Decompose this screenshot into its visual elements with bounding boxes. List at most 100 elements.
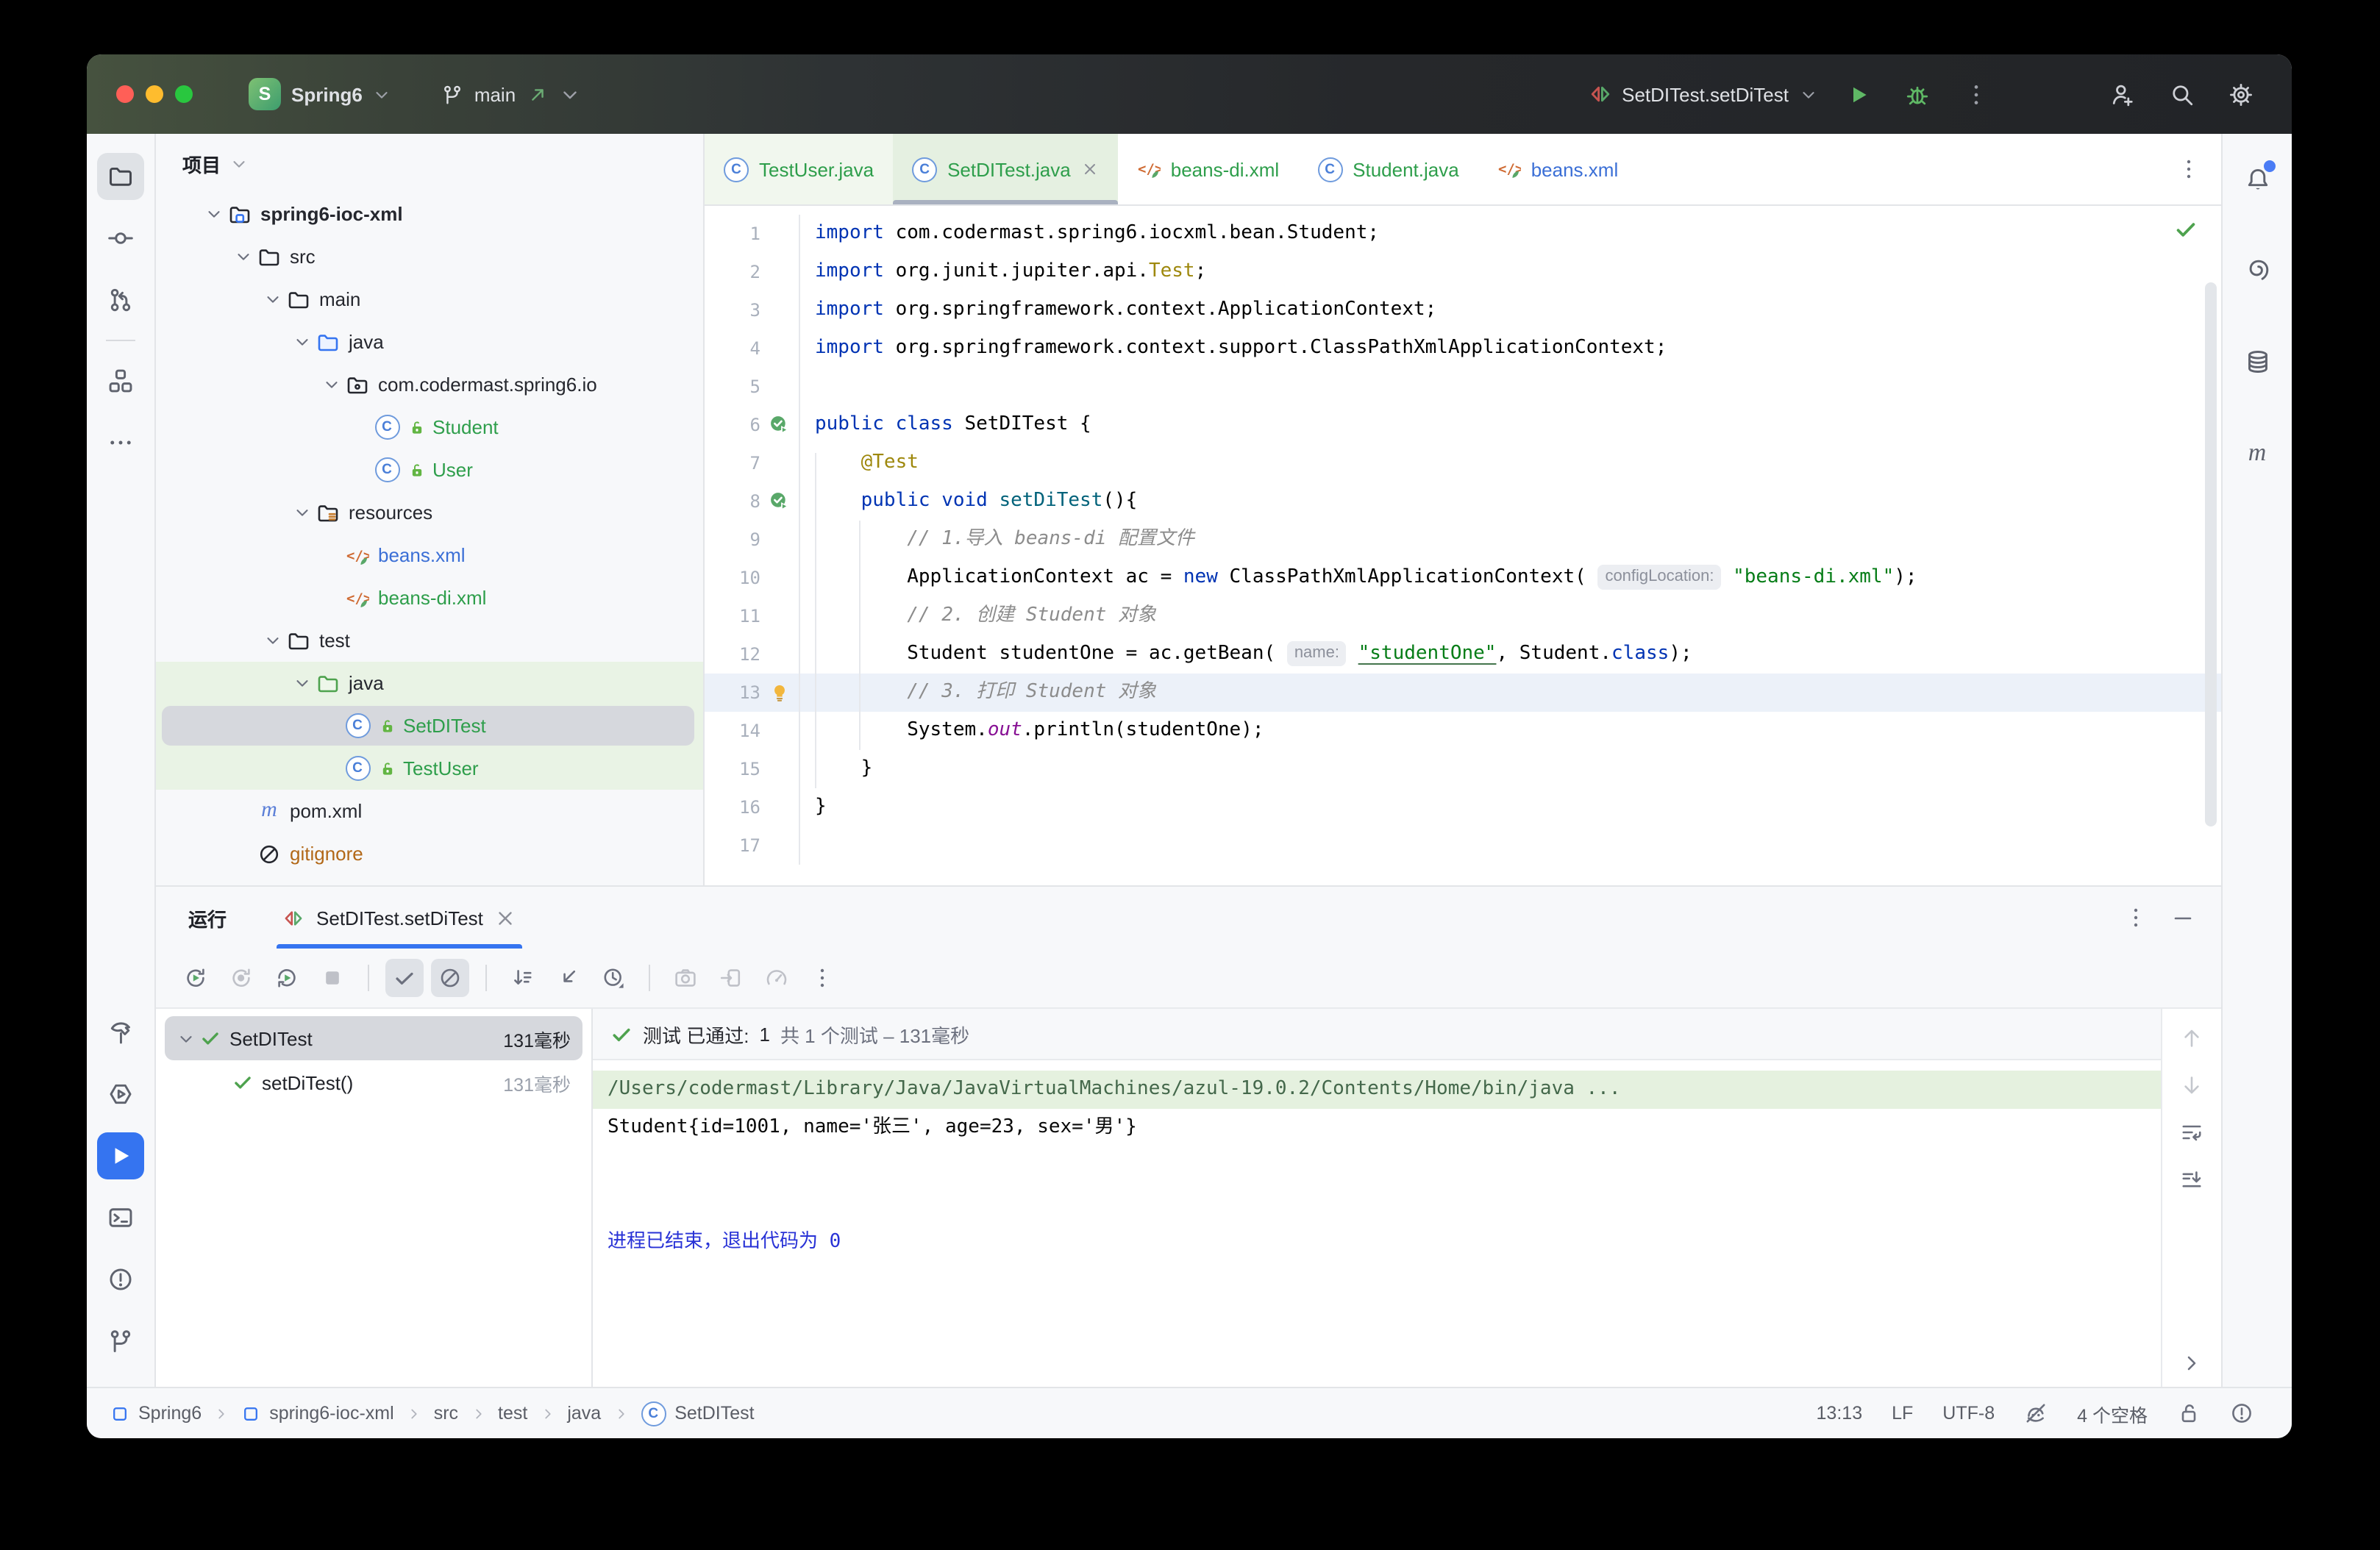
chevron-down-icon[interactable] bbox=[318, 375, 344, 394]
code-editor[interactable]: 1import com.codermast.spring6.iocxml.bea… bbox=[705, 206, 2221, 885]
chevron-down-icon[interactable] bbox=[259, 631, 285, 650]
hide-run-panel-button[interactable] bbox=[2171, 906, 2195, 929]
code-with-me-button[interactable] bbox=[2103, 75, 2142, 113]
code-line-7[interactable]: 7 @Test bbox=[705, 444, 2221, 482]
inspection-status-icon[interactable] bbox=[2174, 218, 2198, 241]
tree-item-spring6-ioc-xml[interactable]: spring6-ioc-xml bbox=[156, 193, 703, 235]
code-line-12[interactable]: 12 Student studentOne = ac.getBean( name… bbox=[705, 635, 2221, 674]
test-history-button[interactable] bbox=[594, 959, 633, 997]
maven-tool-button[interactable]: m bbox=[2234, 429, 2281, 476]
ai-assistant-button[interactable] bbox=[2234, 247, 2281, 294]
project-widget[interactable]: S Spring6 bbox=[249, 78, 392, 110]
tree-item-beans-di.xml[interactable]: </>beans-di.xml bbox=[156, 576, 703, 619]
more-tool-windows-button[interactable] bbox=[97, 419, 144, 466]
close-tab-icon[interactable] bbox=[1081, 160, 1099, 178]
tree-item-main[interactable]: main bbox=[156, 278, 703, 321]
tree-item-java[interactable]: java bbox=[156, 321, 703, 363]
inspections-widget-widget[interactable] bbox=[2230, 1401, 2253, 1425]
code-line-14[interactable]: 14 System.out.println(studentOne); bbox=[705, 712, 2221, 750]
debug-button[interactable] bbox=[1898, 75, 1936, 113]
terminal-tool-button[interactable] bbox=[97, 1194, 144, 1241]
code-line-11[interactable]: 11 // 2. 创建 Student 对象 bbox=[705, 597, 2221, 635]
rerun-tests-button[interactable] bbox=[177, 959, 215, 997]
code-line-2[interactable]: 2import org.junit.jupiter.api.Test; bbox=[705, 253, 2221, 291]
code-line-17[interactable]: 17 bbox=[705, 826, 2221, 865]
settings-button[interactable] bbox=[2221, 75, 2259, 113]
tab-options-button[interactable] bbox=[2177, 157, 2201, 181]
caret-position-widget[interactable]: 13:13 bbox=[1817, 1403, 1863, 1424]
build-tool-button[interactable] bbox=[97, 1009, 144, 1056]
database-tool-button[interactable] bbox=[2234, 338, 2281, 385]
sort-by-duration-button[interactable] bbox=[503, 959, 541, 997]
soft-wrap-button[interactable] bbox=[2180, 1121, 2203, 1144]
notifications-button[interactable] bbox=[2234, 156, 2281, 203]
breadcrumb-item-Spring6[interactable]: Spring6 bbox=[110, 1403, 202, 1424]
tree-item-java[interactable]: java bbox=[156, 662, 703, 704]
project-panel-header[interactable]: 项目 bbox=[156, 134, 703, 193]
run-config-widget[interactable]: SetDITest.setDiTest bbox=[1588, 82, 1818, 106]
show-ignored-button[interactable] bbox=[431, 959, 469, 997]
chevron-down-icon[interactable] bbox=[259, 290, 285, 309]
chevron-down-icon[interactable] bbox=[174, 1029, 197, 1048]
more-actions-button[interactable] bbox=[1956, 75, 1995, 113]
code-line-1[interactable]: 1import com.codermast.spring6.iocxml.bea… bbox=[705, 215, 2221, 253]
scroll-to-end-button[interactable] bbox=[2180, 1168, 2203, 1191]
tree-item-beans.xml[interactable]: </>beans.xml bbox=[156, 534, 703, 576]
test-node-setDiTest()[interactable]: setDiTest()131毫秒 bbox=[165, 1060, 582, 1104]
structure-tool-button[interactable] bbox=[97, 357, 144, 404]
search-everywhere-button[interactable] bbox=[2162, 75, 2201, 113]
tree-item-TestUser[interactable]: CTestUser bbox=[156, 747, 703, 790]
line-separator-widget[interactable]: LF bbox=[1892, 1403, 1913, 1424]
version-control-tool-button[interactable] bbox=[97, 1318, 144, 1365]
tree-item-src[interactable]: src bbox=[156, 235, 703, 278]
tab-beans-di.xml[interactable]: </>beans-di.xml bbox=[1118, 134, 1298, 204]
bulb-icon[interactable] bbox=[769, 682, 790, 703]
code-line-15[interactable]: 15 } bbox=[705, 750, 2221, 788]
run-button[interactable] bbox=[1839, 75, 1877, 113]
chevron-down-icon[interactable] bbox=[288, 503, 315, 522]
code-line-3[interactable]: 3import org.springframework.context.Appl… bbox=[705, 291, 2221, 329]
minimize-window-button[interactable] bbox=[146, 85, 163, 103]
show-passed-button[interactable] bbox=[385, 959, 424, 997]
services-tool-button[interactable] bbox=[97, 1071, 144, 1118]
code-line-4[interactable]: 4import org.springframework.context.supp… bbox=[705, 329, 2221, 368]
run-tab[interactable]: SetDITest.setDiTest bbox=[277, 887, 523, 949]
navigate-with-single-click-button[interactable] bbox=[549, 959, 587, 997]
breadcrumb-item-spring6-ioc-xml[interactable]: spring6-ioc-xml bbox=[241, 1403, 394, 1424]
run-tool-button[interactable] bbox=[97, 1132, 144, 1179]
console-output[interactable]: /Users/codermast/Library/Java/JavaVirtua… bbox=[593, 1060, 2161, 1387]
zoom-window-button[interactable] bbox=[175, 85, 193, 103]
tab-beans.xml[interactable]: </>beans.xml bbox=[1478, 134, 1638, 204]
tree-item-gitignore[interactable]: gitignore bbox=[156, 832, 703, 875]
chevron-down-icon[interactable] bbox=[288, 674, 315, 693]
breadcrumb-item-SetDITest[interactable]: CSetDITest bbox=[641, 1401, 754, 1426]
close-window-button[interactable] bbox=[116, 85, 134, 103]
tree-item-pom.xml[interactable]: mpom.xml bbox=[156, 790, 703, 832]
editor-scrollbar[interactable] bbox=[2205, 282, 2217, 826]
copilot-status-widget[interactable] bbox=[2024, 1401, 2048, 1425]
more-run-options-button[interactable] bbox=[803, 959, 841, 997]
test-run-icon[interactable] bbox=[769, 491, 790, 512]
close-run-tab-icon[interactable] bbox=[495, 907, 517, 929]
expand-console-button[interactable] bbox=[2180, 1351, 2203, 1375]
problems-tool-button[interactable] bbox=[97, 1256, 144, 1303]
test-run-icon[interactable] bbox=[769, 415, 790, 435]
test-node-SetDITest[interactable]: SetDITest131毫秒 bbox=[165, 1016, 582, 1060]
code-line-16[interactable]: 16} bbox=[705, 788, 2221, 826]
toggle-auto-test-button[interactable] bbox=[268, 959, 306, 997]
branch-widget[interactable]: main bbox=[442, 83, 580, 105]
code-line-13[interactable]: 13 // 3. 打印 Student 对象 bbox=[705, 674, 2221, 712]
tab-Student.java[interactable]: CStudent.java bbox=[1298, 134, 1478, 204]
breadcrumb-item-java[interactable]: java bbox=[567, 1403, 601, 1424]
tab-SetDITest.java[interactable]: CSetDITest.java bbox=[893, 134, 1118, 204]
code-line-9[interactable]: 9 // 1.导入 beans-di 配置文件 bbox=[705, 521, 2221, 559]
tab-TestUser.java[interactable]: CTestUser.java bbox=[705, 134, 893, 204]
pull-requests-tool-button[interactable] bbox=[97, 276, 144, 324]
tree-item-com.codermast.spring6.io[interactable]: com.codermast.spring6.io bbox=[156, 363, 703, 406]
breadcrumb-item-test[interactable]: test bbox=[498, 1403, 527, 1424]
indent-style-widget[interactable]: 4 个空格 bbox=[2077, 1399, 2148, 1427]
code-line-10[interactable]: 10 ApplicationContext ac = new ClassPath… bbox=[705, 559, 2221, 597]
chevron-down-icon[interactable] bbox=[288, 332, 315, 351]
code-line-5[interactable]: 5 bbox=[705, 368, 2221, 406]
file-writable-widget[interactable] bbox=[2177, 1401, 2201, 1425]
